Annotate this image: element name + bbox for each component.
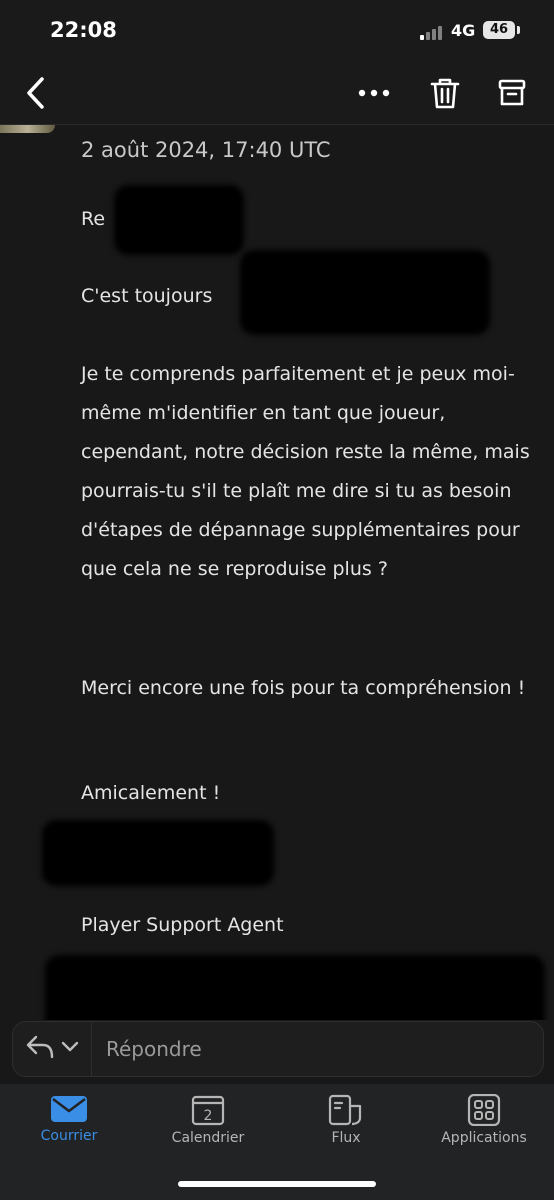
tab-label: Calendrier — [171, 1130, 245, 1146]
email-date: 2 août 2024, 17:40 UTC — [81, 138, 331, 162]
sender-avatar — [0, 125, 55, 133]
chevron-left-icon — [27, 77, 44, 109]
archive-button[interactable] — [490, 71, 534, 115]
tab-flux[interactable]: Flux — [281, 1094, 411, 1154]
network-type: 4G — [451, 21, 476, 40]
back-button[interactable] — [14, 71, 58, 115]
status-bar: 22:08 4G 46 — [0, 0, 554, 62]
tab-label: Courrier — [40, 1128, 98, 1144]
email-closing: Amicalement ! — [81, 782, 221, 804]
signal-icon — [420, 24, 442, 40]
email-signature-role: Player Support Agent — [81, 914, 284, 936]
mail-icon — [51, 1096, 87, 1122]
battery-tip — [517, 26, 520, 34]
trash-icon — [430, 78, 460, 109]
battery-icon: 46 — [483, 21, 515, 39]
reply-bar — [12, 1021, 544, 1077]
tab-label: Applications — [441, 1130, 527, 1146]
calendar-day: 2 — [204, 1108, 213, 1124]
delete-button[interactable] — [423, 71, 467, 115]
redaction-mark — [240, 250, 490, 335]
email-toolbar — [0, 62, 554, 125]
email-paragraph-1: Je te comprends parfaitement et je peux … — [81, 363, 530, 580]
apps-grid-icon — [467, 1094, 501, 1126]
archive-icon — [498, 79, 526, 106]
email-paragraph-2: Merci encore une fois pour ta compréhens… — [81, 677, 526, 699]
reply-options-button[interactable] — [25, 1033, 79, 1061]
chevron-down-icon — [61, 1041, 79, 1052]
redaction-mark — [42, 820, 274, 886]
home-indicator[interactable] — [178, 1181, 376, 1187]
reply-arrow-icon — [26, 1035, 54, 1059]
more-button[interactable] — [352, 71, 396, 115]
status-time: 22:08 — [50, 18, 117, 42]
feed-icon — [328, 1094, 362, 1126]
tab-applications[interactable]: Applications — [419, 1094, 549, 1154]
tab-label: Flux — [331, 1130, 361, 1146]
calendar-icon: 2 — [191, 1095, 225, 1126]
more-horizontal-icon — [358, 89, 390, 97]
redaction-mark — [45, 955, 545, 1020]
reply-input[interactable] — [106, 1022, 526, 1076]
reply-divider — [91, 1022, 92, 1076]
redaction-mark — [114, 185, 244, 255]
tab-courrier[interactable]: Courrier — [4, 1094, 134, 1154]
tab-calendrier[interactable]: 2 Calendrier — [143, 1094, 273, 1154]
email-body: 2 août 2024, 17:40 UTC Re C'est toujours… — [0, 125, 554, 1020]
